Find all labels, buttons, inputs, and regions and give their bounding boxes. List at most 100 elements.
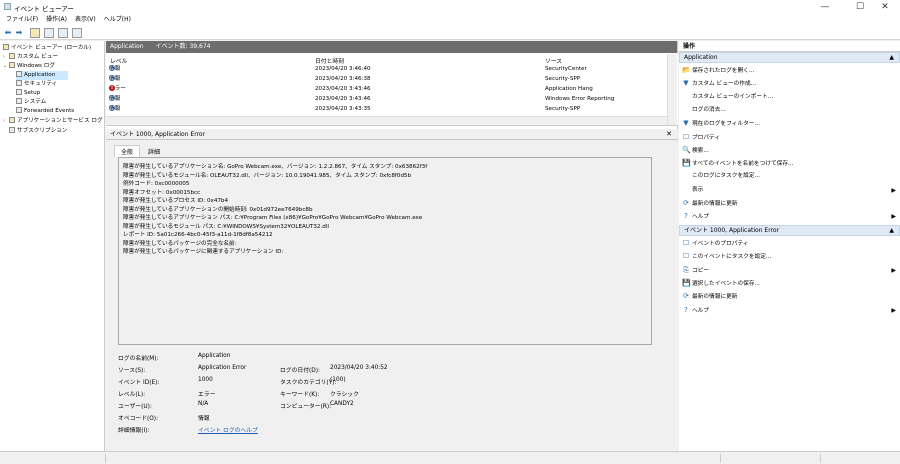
minimize-button[interactable]: — — [810, 0, 840, 14]
close-icon[interactable]: ✕ — [666, 129, 672, 140]
action-item[interactable]: 🔍検索... — [682, 145, 896, 156]
actions-section-event[interactable]: イベント 1000, Application Error ▲ — [679, 225, 900, 236]
close-button[interactable]: ✕ — [870, 0, 900, 14]
action-item[interactable]: ? ヘルプ ▶ — [682, 211, 896, 222]
tab-general[interactable]: 全般 — [114, 145, 141, 157]
action-icon: ▼ — [683, 79, 689, 88]
action-label: プロパティ — [692, 134, 721, 141]
user-value: N/A — [198, 401, 209, 407]
properties-icon[interactable] — [44, 28, 54, 38]
log-icon — [16, 80, 22, 86]
back-icon[interactable]: ⬅ — [3, 28, 13, 38]
navigation-tree: イベント ビューアー (ローカル) › カスタム ビュー ⌄ Windows ログ … — [0, 41, 105, 451]
row-datetime: 2023/04/20 3:43:35 — [315, 106, 371, 112]
action-label: カスタム ビューのインポート... — [692, 93, 774, 100]
action-item[interactable]: 📂保存されたログを開く... — [682, 65, 896, 76]
col-datetime[interactable]: 日付と時刻 — [315, 56, 344, 65]
info-icon: i — [109, 95, 115, 101]
col-level[interactable]: レベル — [110, 56, 127, 65]
table-row[interactable]: i 情報 2023/04/20 3:43:46 Windows Error Repor… — [106, 95, 666, 104]
action-item[interactable]: ▼ 現在のログをフィルター... — [682, 118, 896, 129]
tree-system[interactable]: システム — [16, 98, 46, 107]
table-row[interactable]: i 情報 2023/04/20 3:43:35 Security-SPP — [106, 105, 666, 114]
opcode-value: 情報 — [198, 416, 210, 422]
menu-view[interactable]: 表示(V) — [71, 14, 100, 26]
tree-security[interactable]: セキュリティ — [16, 80, 57, 89]
menu-file[interactable]: ファイル(F) — [2, 14, 42, 26]
action-label: カスタム ビューの作成... — [692, 81, 757, 88]
folder-icon — [9, 53, 15, 59]
show-hide-icon[interactable] — [72, 28, 82, 38]
action-item[interactable]: 💾選択したイベントの保存... — [682, 278, 896, 289]
menu-action[interactable]: 操作(A) — [42, 14, 71, 26]
action-label: イベントのプロパティ — [692, 241, 749, 247]
list-hscrollbar[interactable] — [106, 116, 667, 125]
tree-windows-logs[interactable]: ⌄ Windows ログ — [3, 62, 55, 71]
action-item[interactable]: このログにタスクを設定... — [682, 171, 896, 182]
submenu-arrow-icon: ▶ — [891, 266, 896, 274]
collapse-icon[interactable]: ▲ — [889, 53, 894, 63]
actions-section-application[interactable]: Application ▲ — [679, 52, 900, 63]
collapse-icon[interactable]: ▲ — [889, 226, 894, 236]
action-item[interactable]: ⎘ コピー ▶ — [682, 265, 896, 276]
action-item[interactable]: ⟳ 最新の情報に更新 — [682, 291, 896, 302]
col-source[interactable]: ソース — [545, 56, 562, 65]
table-row[interactable]: ! エラー 2023/04/20 3:43:46 Application Hang — [106, 85, 666, 94]
action-icon: 💾 — [682, 159, 691, 168]
action-label: ログの消去... — [692, 106, 726, 113]
action-item[interactable]: ログの消去... — [682, 105, 896, 116]
action-icon: ☐ — [682, 252, 690, 261]
action-item[interactable]: ▼ カスタム ビューの作成... — [682, 78, 896, 89]
event-log-help-link[interactable]: イベント ログのヘルプ — [198, 425, 258, 434]
action-item[interactable]: ? ヘルプ ▶ — [682, 305, 896, 316]
action-item[interactable]: ☐ このイベントにタスクを設定... — [682, 251, 896, 262]
row-datetime: 2023/04/20 3:46:38 — [315, 76, 371, 82]
action-label: 選択したイベントの保存... — [692, 280, 760, 287]
error-icon: ! — [109, 85, 115, 91]
row-datetime: 2023/04/20 3:43:46 — [315, 96, 371, 102]
action-icon: 📂 — [682, 66, 691, 74]
tree-application[interactable]: Application — [16, 71, 68, 80]
logged-value: 2023/04/20 3:40:52 — [330, 365, 388, 371]
tree-app-service-logs[interactable]: › アプリケーションとサービス ログ — [3, 117, 103, 126]
action-label: ヘルプ — [692, 214, 710, 221]
tree-root[interactable]: イベント ビューアー (ローカル) — [3, 44, 91, 53]
description-box[interactable]: 障害が発生しているアプリケーション名: GoPro Webcam.exe、バージ… — [118, 157, 652, 345]
event-detail: イベント 1000, Application Error ✕ 全般 詳細 障害が発… — [106, 129, 678, 451]
tree-forwarded[interactable]: Forwarded Events — [16, 107, 74, 116]
table-row[interactable]: i 情報 2023/04/20 3:46:40 SecurityCenter — [106, 65, 666, 74]
desc-line: 障害が発生しているパッケージの完全な名前: — [123, 240, 237, 247]
table-row[interactable]: i 情報 2023/04/20 3:46:38 Security-SPP — [106, 75, 666, 84]
action-label: 最新の情報に更新 — [692, 294, 738, 301]
panel-icon[interactable] — [58, 28, 68, 38]
detail-tabs: 全般 詳細 — [114, 145, 168, 157]
menu-help[interactable]: ヘルプ(H) — [100, 14, 135, 26]
action-item[interactable]: ⟳ 最新の情報に更新 — [682, 198, 896, 209]
event-count: イベント数: 39,674 — [155, 43, 211, 50]
folder-icon[interactable] — [30, 28, 40, 38]
action-label: すべてのイベントを名前をつけて保存... — [692, 161, 794, 168]
task-label: タスクのカテゴリ(Y): — [280, 380, 337, 386]
tab-details[interactable]: 詳細 — [142, 146, 166, 157]
action-item[interactable]: 💾すべてのイベントを名前をつけて保存... — [682, 158, 896, 169]
tree-subscriptions[interactable]: サブスクリプション — [3, 127, 67, 136]
action-item[interactable]: カスタム ビューのインポート... — [682, 92, 896, 103]
forward-icon[interactable]: ➡ — [14, 28, 24, 38]
subscription-icon — [9, 127, 15, 133]
folder-icon — [9, 117, 15, 123]
desc-line: 障害が発生しているプロセス ID: 0x47b4 — [123, 198, 229, 204]
source-label: ソース(S): — [118, 368, 146, 374]
tree-setup[interactable]: Setup — [16, 89, 40, 98]
action-item[interactable]: ☐ プロパティ — [682, 132, 896, 143]
actions-title: 操作 — [679, 41, 900, 52]
action-item[interactable]: 表示 ▶ — [682, 185, 896, 196]
desc-line: レポート ID: 5a01c266-4bc0-45f3-a11d-1f8df8a… — [123, 232, 273, 238]
action-label: 保存されたログを開く... — [692, 68, 755, 74]
app-icon — [4, 3, 11, 10]
detail-title: イベント 1000, Application Error — [110, 131, 206, 138]
list-scrollbar[interactable] — [667, 54, 677, 125]
event-viewer-icon — [3, 44, 9, 50]
action-item[interactable]: ☐ イベントのプロパティ — [682, 238, 896, 249]
tree-custom-views[interactable]: › カスタム ビュー — [3, 53, 58, 62]
submenu-arrow-icon: ▶ — [891, 213, 896, 221]
